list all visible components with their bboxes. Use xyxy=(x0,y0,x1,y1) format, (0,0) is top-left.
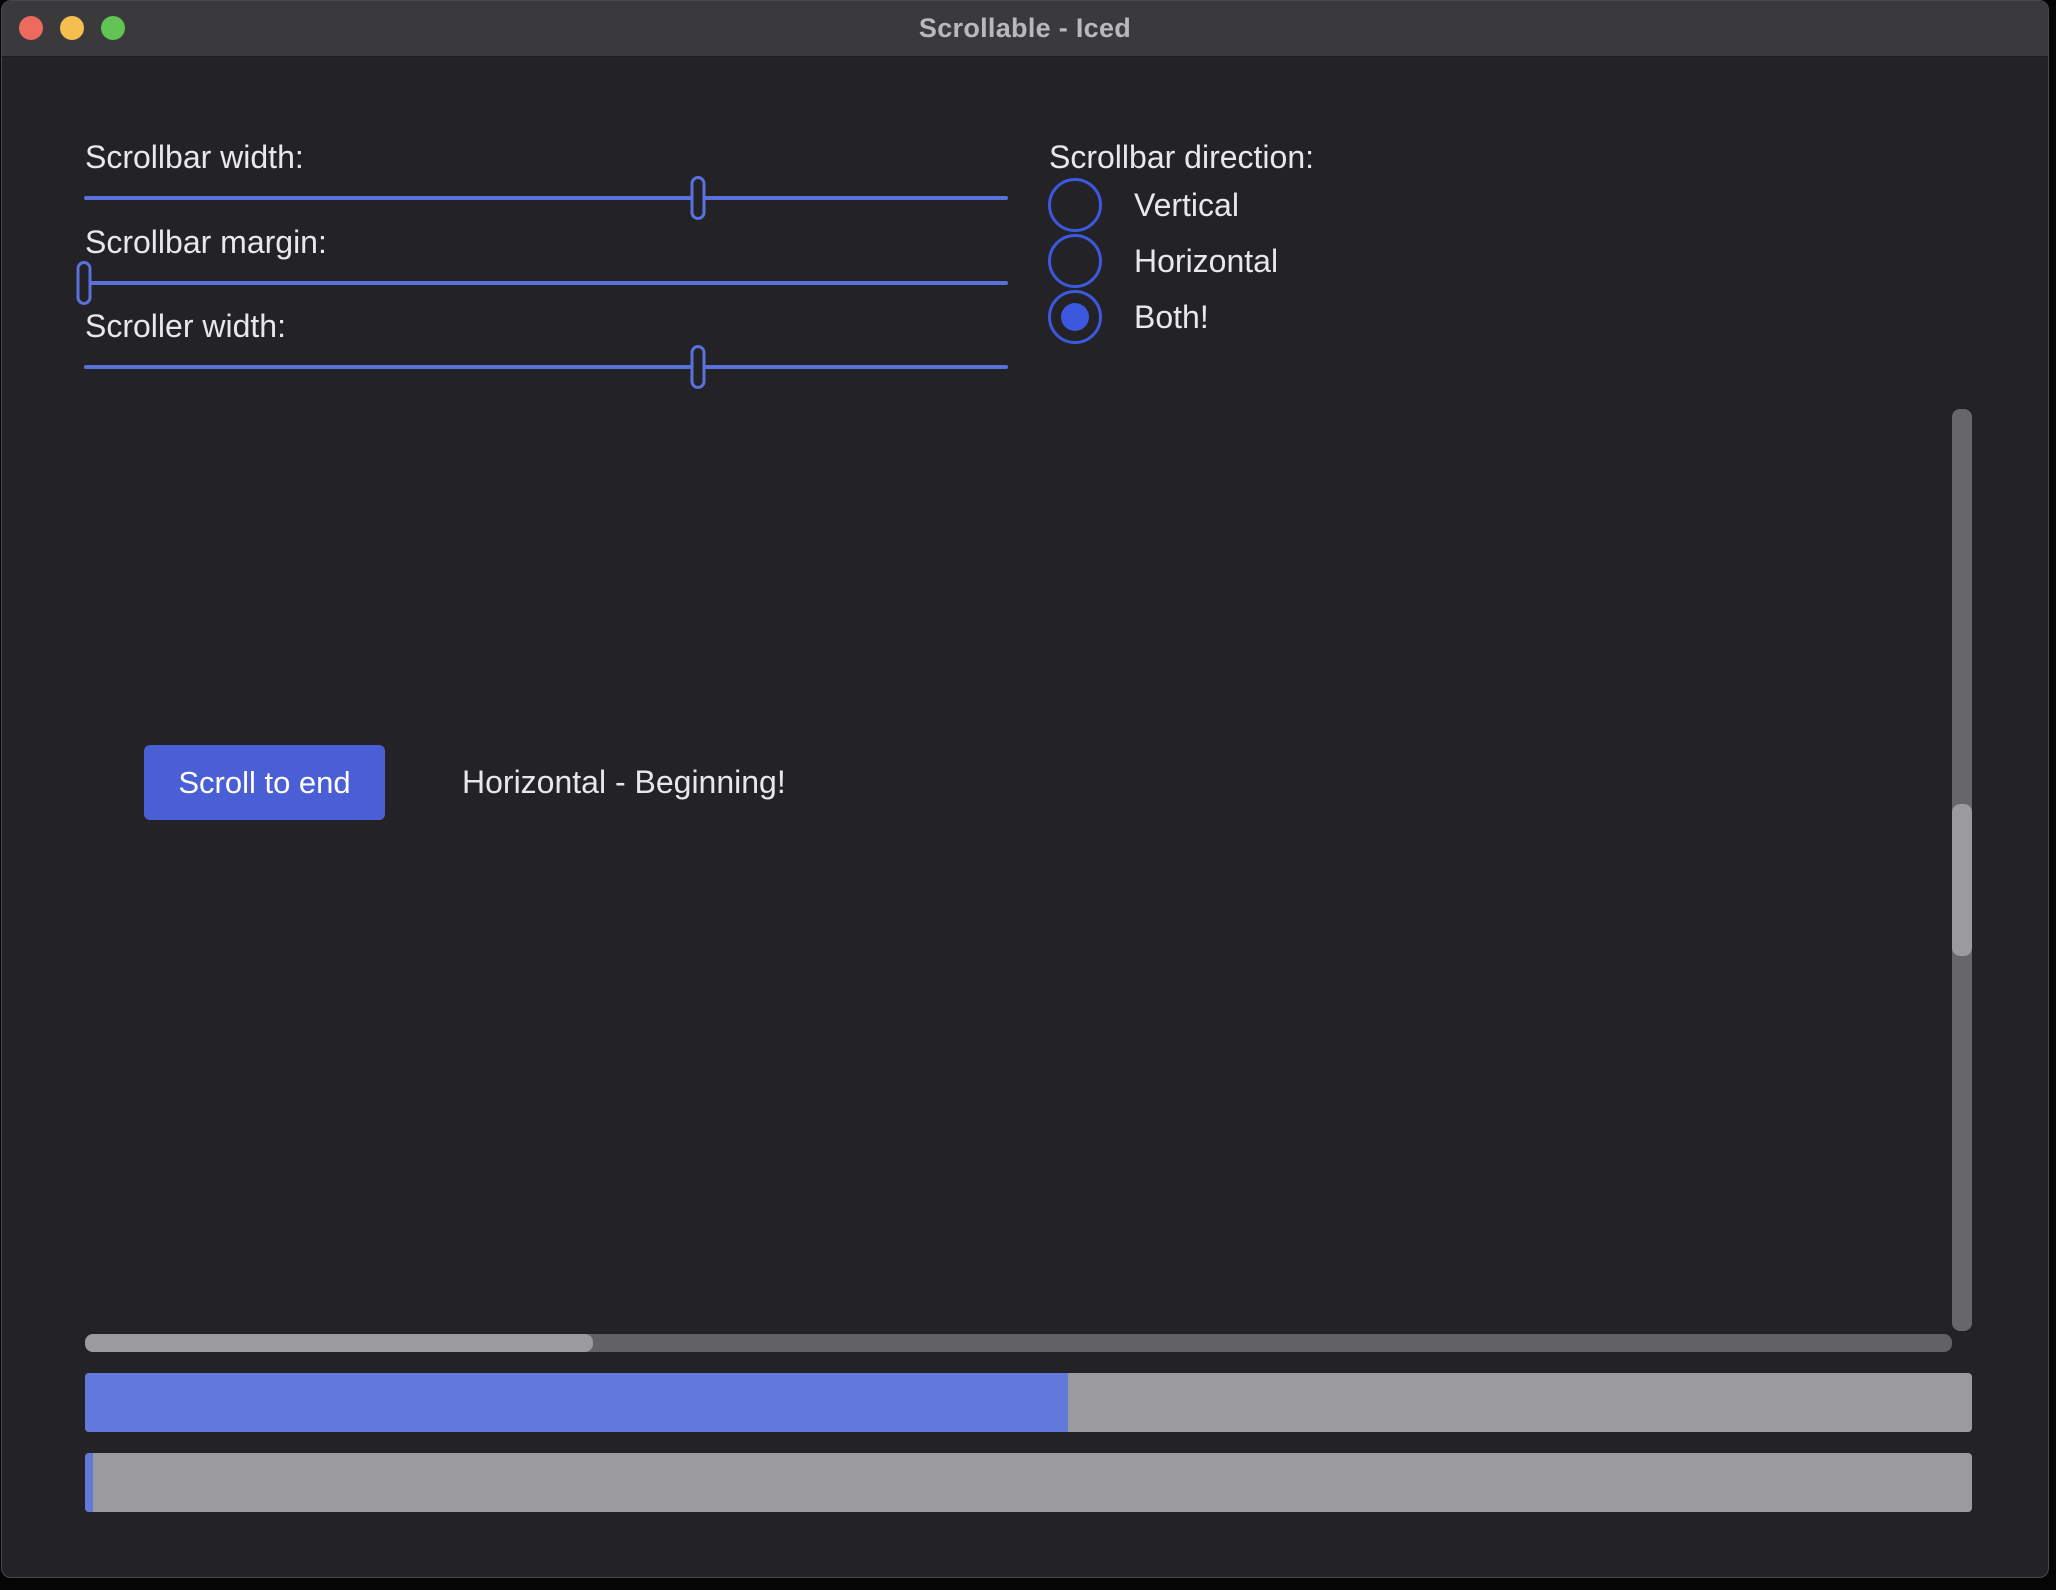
radio-option-vertical[interactable]: Vertical xyxy=(1048,177,1239,233)
scrollbar-margin-slider[interactable] xyxy=(84,261,1008,305)
radio-circle[interactable] xyxy=(1048,234,1102,288)
vertical-scrollbar-thumb[interactable] xyxy=(1952,804,1972,956)
vertical-scrollbar-track[interactable] xyxy=(1952,409,1972,1331)
scroller-width-slider[interactable] xyxy=(84,345,1008,389)
scroll-to-end-button[interactable]: Scroll to end xyxy=(144,745,385,820)
traffic-lights xyxy=(19,16,125,40)
close-button[interactable] xyxy=(19,16,43,40)
radio-dot xyxy=(1061,303,1089,331)
radio-label: Both! xyxy=(1134,299,1209,336)
window-title: Scrollable - Iced xyxy=(919,13,1131,44)
zoom-button[interactable] xyxy=(101,16,125,40)
horizontal-progress-bar xyxy=(85,1373,1972,1432)
scrollbar-margin-label: Scrollbar margin: xyxy=(85,223,327,261)
radio-circle[interactable] xyxy=(1048,290,1102,344)
slider-track[interactable] xyxy=(84,196,1008,200)
horizontal-scrollbar-track[interactable] xyxy=(85,1334,1952,1352)
radio-label: Vertical xyxy=(1134,187,1239,224)
scroller-width-label: Scroller width: xyxy=(85,307,286,345)
title-bar: Scrollable - Iced xyxy=(2,1,2048,57)
minimize-button[interactable] xyxy=(60,16,84,40)
radio-option-horizontal[interactable]: Horizontal xyxy=(1048,233,1278,289)
radio-circle[interactable] xyxy=(1048,178,1102,232)
slider-handle[interactable] xyxy=(690,176,705,220)
slider-handle[interactable] xyxy=(77,261,92,305)
slider-handle[interactable] xyxy=(690,345,705,389)
slider-track[interactable] xyxy=(84,281,1008,285)
scrollbar-width-label: Scrollbar width: xyxy=(85,138,304,176)
horizontal-scrollbar-thumb[interactable] xyxy=(85,1334,593,1352)
radio-option-both[interactable]: Both! xyxy=(1048,289,1209,345)
slider-track[interactable] xyxy=(84,365,1008,369)
scrollbar-direction-label: Scrollbar direction: xyxy=(1049,138,1314,176)
app-window: Scrollable - Iced Scrollbar width: Scrol… xyxy=(1,0,2049,1578)
vertical-progress-bar xyxy=(85,1453,1972,1512)
progress-fill xyxy=(85,1453,93,1512)
radio-label: Horizontal xyxy=(1134,243,1278,280)
scroll-status-text: Horizontal - Beginning! xyxy=(462,745,786,820)
progress-fill xyxy=(85,1373,1068,1432)
scrollbar-width-slider[interactable] xyxy=(84,176,1008,220)
